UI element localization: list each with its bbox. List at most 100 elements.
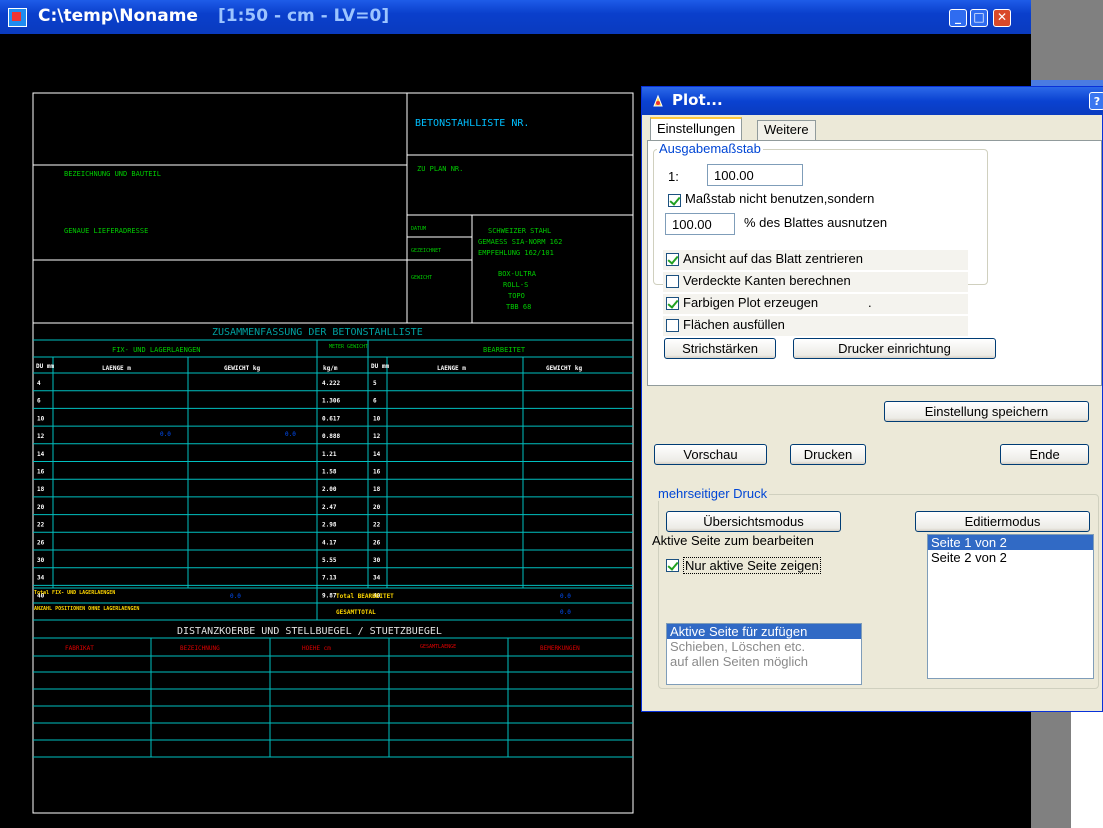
distanz-col-4: GESAMTLAENGE bbox=[420, 644, 456, 650]
row-diameter-2: 12 bbox=[373, 433, 381, 440]
row-diameter-2: 22 bbox=[373, 522, 381, 529]
row-diameter: 12 bbox=[37, 433, 45, 440]
row-diameter: 4 bbox=[37, 380, 41, 387]
option-dot: . bbox=[868, 295, 872, 310]
row-kg-per-m: 4.17 bbox=[322, 539, 337, 546]
drawing-datum: DATUM bbox=[411, 226, 426, 232]
right-header: BEARBEITET bbox=[483, 346, 526, 354]
drucker-einrichtung-button[interactable]: Drucker einrichtung bbox=[793, 338, 996, 359]
percent-label: % des Blattes ausnutzen bbox=[744, 215, 888, 230]
row-diameter: 20 bbox=[37, 504, 45, 511]
row-kg-per-m: 2.98 bbox=[322, 522, 337, 529]
row-kg-per-m: 2.00 bbox=[322, 486, 337, 493]
norm-line-2: GEMAESS SIA-NORM 162 bbox=[478, 238, 562, 246]
summary-title: ZUSAMMENFASSUNG DER BETONSTAHLLISTE bbox=[212, 327, 423, 338]
percent-input[interactable]: 100.00 bbox=[665, 213, 735, 235]
col-kgm: kg/m bbox=[323, 365, 338, 372]
norm-line-3: EMPFEHLUNG 162/101 bbox=[478, 249, 554, 257]
row-diameter: 10 bbox=[37, 415, 45, 422]
ratio-prefix: 1: bbox=[668, 169, 679, 184]
option-label-1: Ansicht auf das Blatt zentrieren bbox=[683, 251, 863, 266]
row-kg-per-m: 7.13 bbox=[322, 575, 337, 582]
row12-mark-1: 0.0 bbox=[160, 431, 171, 438]
total-fix: Total FIX- UND LAGERLAENGEN bbox=[34, 590, 115, 596]
anzahl-positionen: ANZAHL POSITIONEN OHNE LAGERLAENGEN bbox=[34, 606, 139, 612]
row-kg-per-m: 1.306 bbox=[322, 398, 340, 405]
row-diameter-2: 5 bbox=[373, 380, 377, 387]
row-diameter: 34 bbox=[37, 575, 45, 582]
row-diameter-2: 18 bbox=[373, 486, 381, 493]
page-list-item[interactable]: Seite 1 von 2 bbox=[928, 535, 1093, 550]
row-kg-per-m: 1.21 bbox=[322, 451, 337, 458]
row-diameter: 14 bbox=[37, 451, 45, 458]
total-mark-1: 0.0 bbox=[230, 593, 241, 600]
einstellung-speichern-button[interactable]: Einstellung speichern bbox=[884, 401, 1089, 422]
row-diameter: 16 bbox=[37, 469, 45, 476]
drawing-gewicht-label: GEWICHT bbox=[411, 275, 432, 281]
meter-header: METER GEWICHT bbox=[329, 344, 368, 350]
info-line-2: Schieben, Löschen etc. bbox=[670, 639, 806, 654]
row12-mark-2: 0.0 bbox=[285, 431, 296, 438]
option-checkbox-3[interactable] bbox=[666, 297, 679, 310]
col-gewicht2: GEWICHT kg bbox=[546, 365, 583, 372]
total-mark-3: 0.0 bbox=[560, 609, 571, 616]
info-box: Aktive Seite für zufügen Schieben, Lösch… bbox=[666, 623, 862, 685]
col-laenge2: LAENGE m bbox=[437, 365, 466, 372]
option-checkbox-4[interactable] bbox=[666, 319, 679, 332]
col-dm: DU mm bbox=[36, 363, 54, 370]
row-kg-per-m: 5.55 bbox=[322, 557, 337, 564]
distanz-col-3: HOEHE cm bbox=[302, 645, 331, 652]
drawing-bezeichnung: BEZEICHNUNG UND BAUTEIL bbox=[64, 170, 161, 178]
ende-button[interactable]: Ende bbox=[1000, 444, 1089, 465]
uebersichtsmodus-button[interactable]: Übersichtsmodus bbox=[666, 511, 841, 532]
use-scale-checkbox[interactable] bbox=[668, 194, 681, 207]
option-label-3: Farbigen Plot erzeugen bbox=[683, 295, 819, 310]
page-list[interactable]: Seite 1 von 2 Seite 2 von 2 bbox=[927, 534, 1094, 679]
row-diameter-2: 26 bbox=[373, 539, 381, 546]
row-diameter-2: 34 bbox=[373, 575, 381, 582]
col-gewicht: GEWICHT kg bbox=[224, 365, 261, 372]
norm-line-1: SCHWEIZER STAHL bbox=[488, 227, 551, 235]
row-diameter: 22 bbox=[37, 522, 45, 529]
drawing-title: BETONSTAHLLISTE NR. bbox=[415, 118, 529, 129]
option-checkbox-1[interactable] bbox=[666, 253, 679, 266]
row-kg-per-m: 4.222 bbox=[322, 380, 340, 387]
plot-dialog-title: Plot... bbox=[672, 91, 723, 109]
nur-aktive-label: Nur aktive Seite zeigen bbox=[683, 557, 821, 574]
distanz-col-1: FABRIKAT bbox=[65, 645, 94, 652]
drawing-lieferadresse: GENAUE LIEFERADRESSE bbox=[64, 227, 148, 235]
distanz-title: DISTANZKOERBE UND STELLBUEGEL / STUETZBU… bbox=[177, 626, 442, 637]
row-diameter: 30 bbox=[37, 557, 45, 564]
distanz-col-2: BEZEICHNUNG bbox=[180, 645, 220, 652]
drawing-gezeichnet: GEZEICHNET bbox=[411, 248, 441, 254]
ratio-input[interactable]: 100.00 bbox=[707, 164, 803, 186]
ausgabe-group-label: Ausgabemaßstab bbox=[657, 141, 763, 156]
stahl-type-3: TOPO bbox=[508, 292, 525, 300]
page-list-item[interactable]: Seite 2 von 2 bbox=[928, 550, 1093, 565]
info-line-1: Aktive Seite für zufügen bbox=[667, 624, 861, 639]
drawing-plan-nr: ZU PLAN NR. bbox=[417, 165, 463, 173]
nur-aktive-checkbox[interactable] bbox=[666, 559, 679, 572]
row-kg-per-m: 0.888 bbox=[322, 433, 340, 440]
strichstaerken-button[interactable]: Strichstärken bbox=[664, 338, 776, 359]
left-header: FIX- UND LAGERLAENGEN bbox=[112, 346, 201, 354]
stahl-type-1: BOX-ULTRA bbox=[498, 270, 537, 278]
tab-einstellungen[interactable]: Einstellungen bbox=[650, 117, 743, 141]
col-dm2: DU mm bbox=[371, 363, 389, 370]
stahl-type-2: ROLL-S bbox=[503, 281, 528, 289]
plot-dialog: Plot... ? Einstellungen Weitere Ausgabem… bbox=[641, 86, 1103, 712]
editiermodus-button[interactable]: Editiermodus bbox=[915, 511, 1090, 532]
help-icon[interactable]: ? bbox=[1089, 92, 1103, 110]
plot-dialog-titlebar[interactable]: Plot... ? bbox=[642, 87, 1103, 115]
row-diameter-2: 6 bbox=[373, 398, 377, 405]
vorschau-button[interactable]: Vorschau bbox=[654, 444, 767, 465]
tab-weitere[interactable]: Weitere bbox=[757, 120, 816, 140]
row-kg-per-m: 1.58 bbox=[322, 469, 337, 476]
row-kg-per-m: 2.47 bbox=[322, 504, 337, 511]
option-checkbox-2[interactable] bbox=[666, 275, 679, 288]
row-diameter-2: 20 bbox=[373, 504, 381, 511]
total-mark-2: 0.0 bbox=[560, 593, 571, 600]
drucken-button[interactable]: Drucken bbox=[790, 444, 866, 465]
row-diameter: 18 bbox=[37, 486, 45, 493]
row-diameter: 26 bbox=[37, 539, 45, 546]
